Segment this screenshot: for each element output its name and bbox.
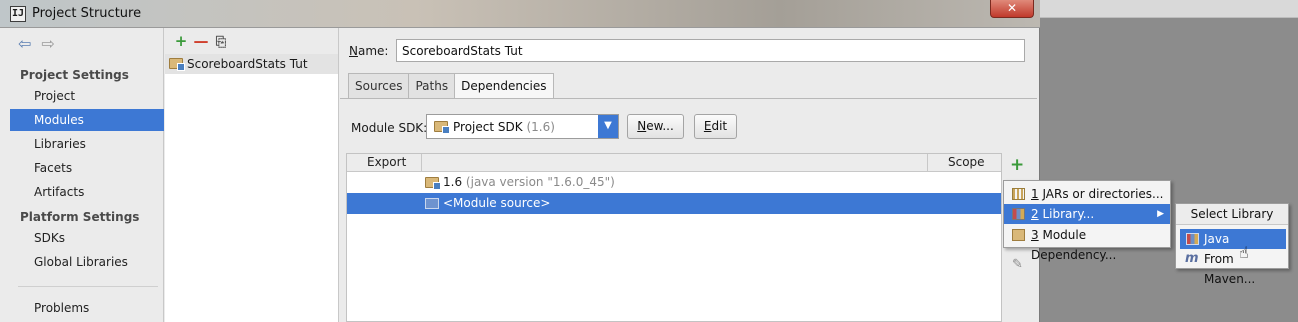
- window-title: Project Structure: [32, 6, 142, 21]
- dependency-name: <Module source>: [443, 196, 551, 210]
- column-divider: [927, 154, 928, 171]
- name-label: Name:: [349, 44, 389, 58]
- dependency-name: 1.6: [443, 175, 463, 189]
- module-list-item[interactable]: ScoreboardStats Tut: [165, 54, 338, 74]
- nav-arrows: ⇦ ⇨: [18, 34, 65, 53]
- module-tabs: Sources Paths Dependencies: [348, 73, 554, 99]
- desktop-background: [1040, 0, 1298, 322]
- sidebar-divider: [18, 286, 158, 287]
- remove-module-button[interactable]: —: [191, 32, 211, 50]
- submenu-item-from-maven[interactable]: m From Maven...: [1180, 249, 1286, 286]
- submenu-arrow-icon: ▶: [1157, 209, 1164, 219]
- module-list: ScoreboardStats Tut: [165, 54, 338, 322]
- dependency-detail: (java version "1.6.0_45"): [465, 175, 615, 189]
- menu-item-module-dependency[interactable]: 3 Module Dependency...: [1004, 225, 1170, 262]
- dependencies-table: Export Scope 1.6 (java version "1.6.0_45…: [346, 153, 1002, 322]
- sidebar-item-sdks[interactable]: SDKs: [10, 227, 164, 249]
- submenu-item-java[interactable]: Java: [1180, 229, 1286, 249]
- column-divider: [421, 154, 422, 171]
- sidebar-item-modules[interactable]: Modules: [10, 109, 164, 131]
- java-library-icon: [1186, 233, 1199, 245]
- sidebar-item-problems[interactable]: Problems: [10, 297, 164, 319]
- tab-sources[interactable]: Sources: [348, 73, 410, 99]
- edit-sdk-button[interactable]: Edit: [694, 114, 737, 139]
- project-structure-dialog: IJ Project Structure ✕ ⇦ ⇨ Project Settin…: [0, 0, 1040, 322]
- module-list-panel: + — ⎘ ScoreboardStats Tut: [165, 28, 339, 322]
- add-dependency-button[interactable]: +: [1010, 155, 1024, 175]
- hand-cursor-icon: ☝: [1239, 243, 1249, 262]
- module-name-input[interactable]: [396, 39, 1025, 62]
- sdk-selected-value: Project SDK (1.6): [453, 120, 555, 134]
- select-library-type-menu: Select Library Type Java m From Maven...: [1175, 203, 1289, 286]
- add-module-button[interactable]: +: [171, 32, 191, 50]
- forward-arrow-icon[interactable]: ⇨: [41, 34, 54, 53]
- library-icon: [1012, 208, 1025, 220]
- platform-settings-header: Platform Settings: [20, 210, 140, 224]
- pencil-icon[interactable]: ✎: [1012, 257, 1023, 272]
- jar-icon: [1012, 188, 1025, 200]
- dependencies-content: Module SDK: Project SDK (1.6) ▼ New... E…: [340, 99, 1037, 322]
- project-settings-header: Project Settings: [20, 68, 129, 82]
- sdk-folder-icon: [434, 121, 450, 134]
- background-window-strip: [1040, 0, 1298, 18]
- scope-column-header[interactable]: Scope: [948, 155, 985, 169]
- table-row[interactable]: 1.6 (java version "1.6.0_45"): [347, 172, 1001, 193]
- title-bar[interactable]: IJ Project Structure ✕: [0, 0, 1040, 28]
- module-toolbar: + — ⎘: [171, 32, 231, 52]
- module-sdk-dropdown[interactable]: Project SDK (1.6) ▼: [426, 114, 619, 139]
- module-detail-panel: Name: SourcesPathsDependencies Module SD…: [340, 28, 1037, 322]
- tab-dependencies[interactable]: Dependencies: [454, 73, 554, 99]
- sdk-folder-icon: [425, 177, 441, 190]
- module-folder-icon: [169, 58, 185, 71]
- menu-item-library[interactable]: 2 Library... ▶: [1004, 204, 1170, 224]
- tab-paths[interactable]: Paths: [408, 73, 456, 99]
- settings-sidebar: ⇦ ⇨ Project Settings Project Modules Libr…: [10, 28, 164, 322]
- back-arrow-icon[interactable]: ⇦: [18, 34, 31, 53]
- module-source-icon: [425, 198, 439, 209]
- maven-icon: m: [1185, 251, 1199, 266]
- intellij-app-icon: IJ: [10, 6, 26, 22]
- sidebar-item-libraries[interactable]: Libraries: [10, 133, 164, 155]
- add-dependency-menu: 1 JARs or directories... 2 Library... ▶ …: [1003, 180, 1171, 262]
- close-button[interactable]: ✕: [990, 0, 1034, 18]
- copy-module-button[interactable]: ⎘: [211, 35, 231, 50]
- chevron-down-icon[interactable]: ▼: [598, 115, 618, 138]
- menu-item-jars[interactable]: 1 JARs or directories...: [1004, 184, 1170, 204]
- new-sdk-button[interactable]: New...: [627, 114, 684, 139]
- table-row[interactable]: <Module source>: [347, 193, 1001, 214]
- sidebar-item-facets[interactable]: Facets: [10, 157, 164, 179]
- module-dependency-icon: [1012, 229, 1025, 241]
- sidebar-item-project[interactable]: Project: [10, 85, 164, 107]
- sidebar-item-artifacts[interactable]: Artifacts: [10, 181, 164, 203]
- sidebar-item-global-libraries[interactable]: Global Libraries: [10, 251, 164, 273]
- submenu-title: Select Library Type: [1176, 204, 1288, 242]
- module-name: ScoreboardStats Tut: [187, 57, 308, 71]
- export-column-header[interactable]: Export: [367, 155, 406, 169]
- table-header: Export Scope: [347, 154, 1001, 172]
- module-sdk-label: Module SDK:: [351, 121, 428, 135]
